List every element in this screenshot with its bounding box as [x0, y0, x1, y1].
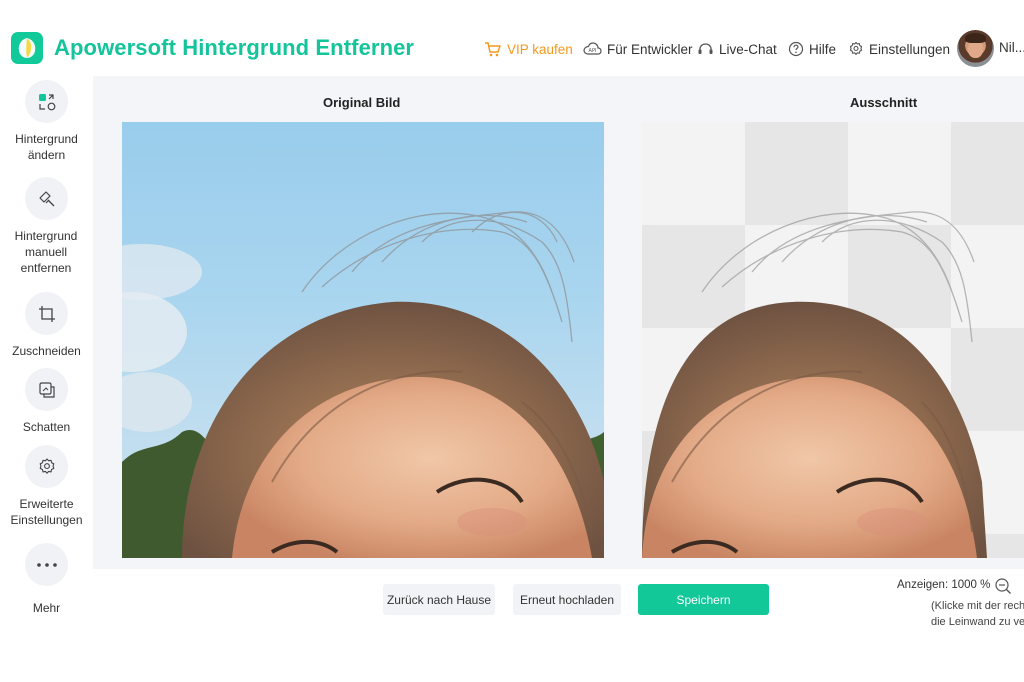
sidebar-item-label: Hintergrund ändern	[15, 132, 78, 162]
leaf-logo-icon	[18, 38, 36, 58]
developer-label: Für Entwickler	[607, 41, 693, 57]
api-cloud-icon: API	[583, 42, 602, 55]
vip-label: VIP kaufen	[507, 41, 573, 57]
sidebar-item-advanced-settings[interactable]: Erweiterte Einstellungen	[0, 445, 93, 528]
svg-text:API: API	[589, 48, 597, 54]
original-photo-graphic	[122, 211, 604, 558]
sidebar-item-label: Schatten	[22, 420, 71, 434]
app-title: Apowersoft Hintergrund Entferner	[54, 35, 415, 60]
change-background-icon	[25, 80, 68, 123]
headset-icon	[698, 42, 713, 54]
zoom-level: Anzeigen: 1000 %	[897, 579, 991, 591]
gear-icon	[849, 41, 863, 55]
live-chat-link[interactable]: Live-Chat	[697, 40, 777, 58]
help-label: Hilfe	[809, 41, 837, 57]
developer-link[interactable]: API Für Entwickler	[583, 40, 693, 58]
cutout-image	[642, 122, 1024, 558]
sidebar-item-more[interactable]: Mehr	[0, 543, 93, 616]
save-button[interactable]: Speichern	[638, 584, 769, 615]
tool-sidebar: Hintergrund ändern Hintergrund manuell e…	[0, 76, 93, 636]
original-image	[122, 122, 604, 558]
help-icon	[788, 41, 804, 57]
advanced-settings-icon	[25, 445, 68, 488]
vip-link[interactable]: VIP kaufen	[484, 40, 573, 58]
live-chat-label: Live-Chat	[719, 41, 777, 57]
sidebar-item-manual-erase[interactable]: Hintergrund manuell entfernen	[0, 177, 93, 276]
sidebar-item-change-background[interactable]: Hintergrund ändern	[0, 80, 93, 163]
manual-erase-icon	[25, 177, 68, 220]
sidebar-item-shadow[interactable]: Schatten	[0, 368, 93, 435]
zoom-hint-line2: die Leinwand zu ve	[931, 616, 1024, 628]
original-image-title: Original Bild	[323, 95, 401, 110]
zoom-hint: (Klicke mit der rech die Leinwand zu ve	[931, 598, 1024, 630]
sidebar-item-label: Erweiterte Einstellungen	[10, 497, 83, 527]
cart-icon	[485, 42, 501, 57]
zoom-out-icon	[995, 578, 1011, 594]
settings-label: Einstellungen	[869, 41, 951, 57]
cutout-title: Ausschnitt	[850, 95, 918, 110]
user-name[interactable]: Nil...	[999, 40, 1024, 55]
sidebar-item-label: Hintergrund manuell entfernen	[14, 229, 78, 275]
cutout-photo-graphic	[642, 211, 987, 558]
more-icon	[25, 543, 68, 586]
app-logo	[11, 32, 43, 64]
reupload-button[interactable]: Erneut hochladen	[513, 584, 621, 615]
sidebar-item-label: Zuschneiden	[12, 344, 81, 358]
zoom-out-button[interactable]	[994, 577, 1012, 600]
help-link[interactable]: Hilfe	[788, 40, 836, 58]
zoom-hint-line1: (Klicke mit der rech	[931, 600, 1024, 612]
shadow-icon	[25, 368, 68, 411]
sidebar-item-label: Mehr	[32, 601, 61, 615]
back-home-button[interactable]: Zurück nach Hause	[383, 584, 495, 615]
workspace: Original Bild Ausschnitt	[93, 76, 1024, 569]
avatar-hair	[965, 33, 986, 43]
crop-icon	[25, 292, 68, 335]
settings-link[interactable]: Einstellungen	[848, 40, 950, 58]
user-avatar[interactable]	[957, 30, 994, 67]
sidebar-item-crop[interactable]: Zuschneiden	[0, 292, 93, 359]
